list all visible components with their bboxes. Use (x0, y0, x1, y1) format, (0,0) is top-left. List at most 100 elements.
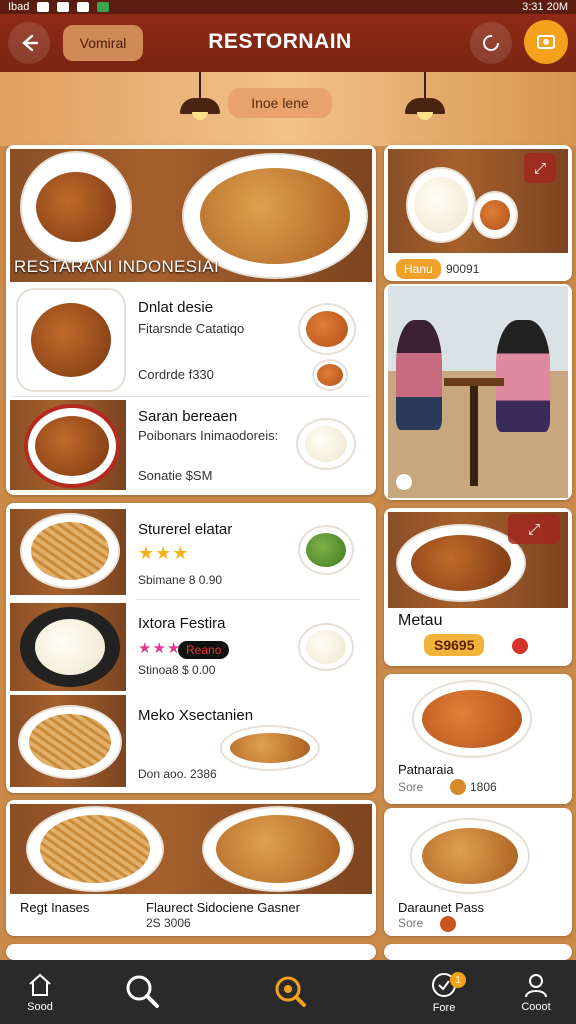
profile-icon (525, 974, 547, 998)
dining-photo-card[interactable] (384, 284, 572, 500)
notification-icon (37, 2, 50, 12)
person-figure (496, 320, 550, 432)
menu-list-panel: Sturerel elatar ★★★ Sbimane 8 0.90 Ixtor… (6, 503, 376, 793)
dish-image (26, 806, 164, 892)
list-item[interactable]: Sturerel elatar ★★★ Sbimane 8 0.90 (6, 505, 376, 597)
table-leg (470, 386, 478, 486)
card-subtitle: Sore (398, 916, 424, 930)
notification-icon (97, 2, 110, 12)
item-name: Saran bereaen (138, 408, 238, 425)
side-dish-image (298, 623, 354, 671)
lamp-icon (405, 72, 445, 126)
side-dish-image (296, 418, 356, 470)
divider (12, 396, 370, 397)
coin-icon (440, 916, 456, 932)
back-button[interactable] (8, 22, 50, 64)
lamp-icon (180, 72, 220, 126)
promo-button[interactable] (524, 20, 568, 64)
nav-label: Fore (432, 1002, 456, 1014)
dish-image (20, 151, 132, 263)
item-name: Dnlat desie (138, 299, 214, 316)
nav-label: Sood (27, 1001, 53, 1013)
featured-panel: RESTARANI INDONESIAI Dnlat desie Fitarsn… (6, 145, 376, 495)
search-icon (126, 975, 159, 1008)
right-card[interactable]: Daraunet Pass Sore (384, 808, 572, 936)
price-badge: S9695 (424, 634, 485, 656)
combo-right-label: Flaurect Sidociene Gasner (146, 900, 300, 915)
status-badge: Hanu (396, 259, 441, 279)
back-arrow-icon (22, 34, 39, 52)
dish-image (24, 404, 120, 488)
card-price: 90091 (446, 262, 480, 276)
list-item[interactable]: Dnlat desie Fitarsnde Catatiqo Cordrde f… (6, 285, 376, 395)
nav-home[interactable]: Sood (0, 960, 80, 1024)
notification-icon (57, 2, 70, 12)
discover-icon (275, 976, 306, 1007)
hero-banner: Inoe lene (0, 72, 576, 146)
nav-discover[interactable] (250, 960, 330, 1024)
dish-image (396, 524, 526, 602)
nav-label: Cooot (521, 1001, 551, 1013)
side-dish-image (220, 725, 320, 771)
card-price: 1806 (470, 780, 497, 794)
item-price: Cordrde f330 (138, 367, 214, 382)
person-figure (396, 320, 442, 430)
card-name: Daraunet Pass (398, 900, 484, 915)
location-chip[interactable]: Vomiral (63, 25, 143, 61)
side-dish-image (298, 303, 356, 355)
status-bar: Ibad 3:31 20M (0, 0, 576, 14)
side-dish-image (312, 359, 348, 391)
card-name: Metau (398, 612, 443, 629)
notification-icon (77, 2, 90, 12)
app-bar: Vomiral RESTORNAIN (0, 14, 576, 72)
dish-image (202, 806, 354, 892)
nav-search[interactable] (102, 960, 182, 1024)
page-title: RESTORNAIN (208, 30, 352, 53)
dish-image (412, 680, 532, 758)
nav-profile[interactable]: Cooot (496, 960, 576, 1024)
dish-image (20, 513, 120, 589)
refresh-icon (483, 35, 499, 51)
dish-image (410, 818, 530, 894)
list-item[interactable]: Meko Xsectanien Don aoo. 2386 (6, 693, 376, 791)
table-shape (444, 378, 504, 386)
alert-icon (512, 638, 528, 654)
bottom-navigation: Sood Fore 1 Cooot (0, 960, 576, 1024)
item-name: Sturerel elatar (138, 521, 233, 538)
item-name: Ixtora Festira (138, 615, 226, 632)
item-price: Don aoo. 2386 (138, 767, 217, 781)
item-subtitle: Poibonars Inimaodoreis: (138, 428, 279, 443)
combo-left-label: Regt Inases (20, 900, 90, 915)
dining-scene-image (388, 286, 568, 498)
combo-price: 2S 3006 (146, 916, 191, 930)
dish-image (472, 191, 518, 239)
dish-image (20, 607, 120, 687)
item-subtitle: Fitarsnde Catatiqo (138, 321, 245, 336)
status-badge: Reano (178, 641, 230, 659)
dish-image (18, 705, 122, 779)
notification-badge: 1 (450, 972, 466, 988)
ticket-icon (537, 35, 555, 49)
list-item[interactable]: Saran bereaen Poibonars Inimaodoreis: So… (6, 398, 376, 492)
carrier-label: Ibad (8, 1, 30, 13)
dish-image (406, 167, 476, 243)
expand-button[interactable]: ⤢ (524, 153, 556, 183)
item-price: Stinoa8 $ 0.00 (138, 663, 216, 677)
expand-button[interactable]: ⤢ (508, 514, 560, 544)
card-name: Patnaraia (398, 762, 454, 777)
home-icon (29, 973, 51, 996)
rating-stars: ★★★ (138, 543, 190, 563)
card-subtitle: Sore (398, 780, 424, 794)
featured-title: RESTARANI INDONESIAI (14, 257, 219, 276)
combo-panel[interactable]: Regt Inases Flaurect Sidociene Gasner 2S… (6, 800, 376, 936)
item-price: Sbimane 8 0.90 (138, 573, 223, 587)
right-card[interactable]: Patnaraia Sore 1806 (384, 674, 572, 804)
right-card[interactable]: ⤢ Hanu 90091 (384, 145, 572, 281)
nav-orders[interactable]: Fore 1 (404, 960, 484, 1024)
hero-chip[interactable]: Inoe lene (228, 88, 332, 118)
list-item[interactable]: Ixtora Festira ★★★ Reano Stinoa8 $ 0.00 (6, 601, 376, 693)
refresh-button[interactable] (470, 22, 512, 64)
right-card[interactable]: ⤢ Metau S9695 (384, 508, 572, 666)
next-panel (6, 944, 376, 960)
camera-icon[interactable] (396, 474, 412, 490)
